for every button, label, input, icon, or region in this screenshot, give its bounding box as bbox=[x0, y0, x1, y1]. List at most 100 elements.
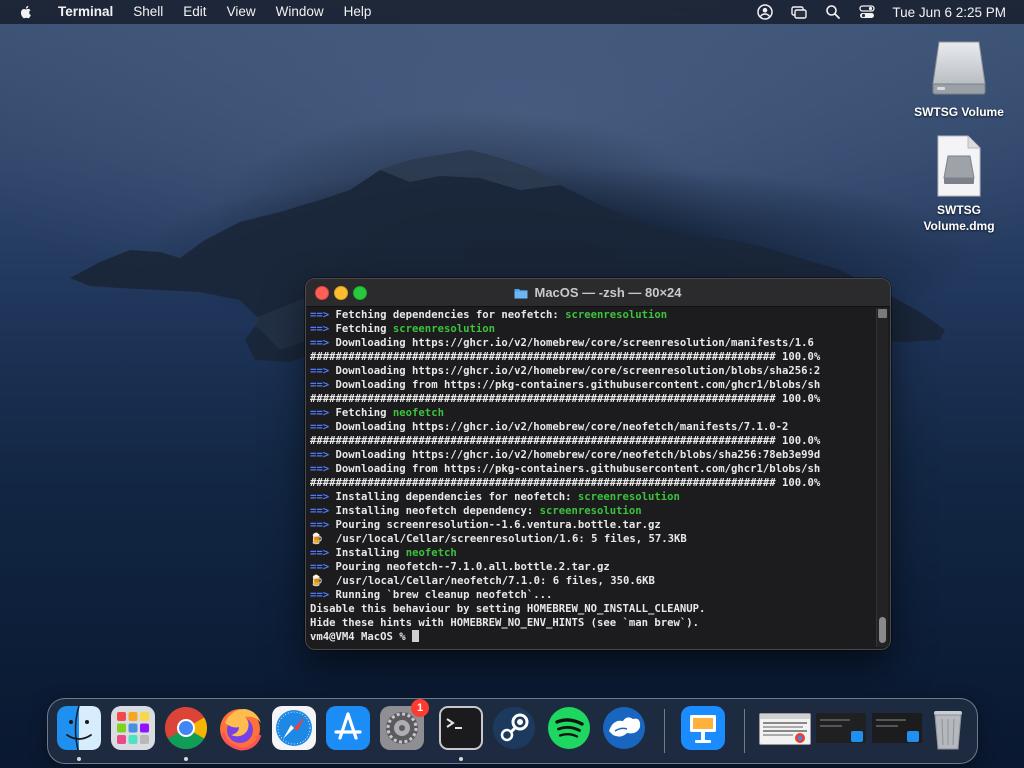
control-center-icon[interactable] bbox=[858, 3, 876, 21]
dock-chrome[interactable] bbox=[163, 705, 209, 751]
terminal-line-text: Fetching bbox=[329, 323, 393, 335]
arrow-prefix: ==> bbox=[310, 337, 330, 349]
arrow-prefix: ==> bbox=[310, 463, 330, 475]
dock-launchpad[interactable] bbox=[110, 705, 156, 751]
dock: 1 bbox=[47, 698, 978, 764]
dock-safari[interactable] bbox=[271, 705, 317, 751]
dock-keynote[interactable] bbox=[680, 705, 726, 751]
desktop-icon-swtsg-volume[interactable]: SWTSG Volume bbox=[904, 34, 1014, 120]
minimized-window-preview-icon bbox=[816, 713, 866, 743]
desktop-icon-label: SWTSG Volume bbox=[914, 105, 1004, 119]
arrow-prefix: ==> bbox=[310, 323, 330, 335]
minimized-window-preview-icon bbox=[760, 714, 810, 743]
terminal-line-text: ########################################… bbox=[310, 435, 821, 447]
terminal-window[interactable]: MacOS — -zsh — 80×24 ==> Fetching depend… bbox=[305, 278, 891, 650]
shell-prompt: vm4@VM4 MacOS % bbox=[310, 631, 413, 643]
terminal-line-text: Downloading https://ghcr.io/v2/homebrew/… bbox=[329, 449, 821, 461]
menu-help[interactable]: Help bbox=[334, 0, 382, 24]
terminal-titlebar[interactable]: MacOS — -zsh — 80×24 bbox=[306, 279, 890, 307]
menu-app-name[interactable]: Terminal bbox=[48, 0, 123, 24]
terminal-line-text: Running `brew cleanup neofetch`... bbox=[329, 589, 553, 601]
terminal-line: ==> Running `brew cleanup neofetch`... bbox=[310, 588, 872, 602]
dock-running-indicator bbox=[459, 757, 463, 761]
terminal-line: ########################################… bbox=[310, 350, 872, 364]
openoffice-icon bbox=[603, 707, 645, 749]
dock-openoffice[interactable] bbox=[601, 705, 647, 751]
dock-running-indicator bbox=[77, 757, 81, 761]
terminal-highlight: neofetch bbox=[392, 407, 444, 419]
arrow-prefix: ==> bbox=[310, 421, 330, 433]
arrow-prefix: ==> bbox=[310, 407, 330, 419]
keynote-icon bbox=[681, 706, 725, 750]
menu-edit[interactable]: Edit bbox=[173, 0, 216, 24]
text-cursor bbox=[412, 630, 420, 642]
desktop-icon-swtsg-volume-dmg[interactable]: SWTSG Volume.dmg bbox=[904, 134, 1014, 234]
steam-icon bbox=[493, 707, 535, 749]
terminal-line: ==> Fetching dependencies for neofetch: … bbox=[310, 308, 872, 322]
dock-minimized-window-chrome[interactable] bbox=[759, 713, 811, 745]
dock-spotify[interactable] bbox=[546, 705, 592, 751]
dock-terminal[interactable] bbox=[438, 705, 484, 751]
apple-menu-icon[interactable] bbox=[18, 4, 34, 20]
terminal-line-text: Pouring screenresolution--1.6.ventura.bo… bbox=[329, 519, 661, 531]
terminal-line: ==> Fetching neofetch bbox=[310, 406, 872, 420]
terminal-line: ==> Downloading from https://pkg-contain… bbox=[310, 462, 872, 476]
terminal-line: ==> Downloading https://ghcr.io/v2/homeb… bbox=[310, 364, 872, 378]
terminal-line: ==> Downloading https://ghcr.io/v2/homeb… bbox=[310, 420, 872, 434]
terminal-output[interactable]: ==> Fetching dependencies for neofetch: … bbox=[310, 308, 872, 648]
dock-firefox[interactable] bbox=[217, 705, 263, 751]
scrollbar-thumb[interactable] bbox=[879, 617, 886, 643]
terminal-line: 🍺 /usr/local/Cellar/neofetch/7.1.0: 6 fi… bbox=[310, 574, 872, 588]
terminal-line-text: Fetching bbox=[329, 407, 393, 419]
launchpad-icon bbox=[111, 706, 155, 750]
terminal-highlight: neofetch bbox=[405, 547, 457, 559]
terminal-line-text: Hide these hints with HOMEBREW_NO_ENV_HI… bbox=[310, 617, 700, 629]
terminal-line: Hide these hints with HOMEBREW_NO_ENV_HI… bbox=[310, 616, 872, 630]
dock-system-preferences[interactable]: 1 bbox=[379, 699, 429, 751]
terminal-scrollbar[interactable] bbox=[876, 308, 888, 647]
menu-view[interactable]: View bbox=[217, 0, 266, 24]
terminal-line-text: Downloading from https://pkg-containers.… bbox=[329, 379, 821, 391]
dock-running-indicator bbox=[184, 757, 188, 761]
terminal-line-text: Installing neofetch dependency: bbox=[329, 505, 540, 517]
terminal-line-text: /usr/local/Cellar/neofetch/7.1.0: 6 file… bbox=[323, 575, 655, 587]
scroll-up-arrow-icon[interactable] bbox=[878, 309, 887, 318]
minimized-window-preview-icon bbox=[872, 713, 922, 743]
menu-bar-status-area: Tue Jun 6 2:25 PM bbox=[740, 0, 1006, 24]
user-account-icon[interactable] bbox=[756, 3, 774, 21]
beer-mug-icon: 🍺 bbox=[310, 575, 324, 587]
dock-finder[interactable] bbox=[56, 705, 102, 751]
dock-minimized-window-finder-1[interactable] bbox=[816, 713, 866, 743]
arrow-prefix: ==> bbox=[310, 365, 330, 377]
arrow-prefix: ==> bbox=[310, 505, 330, 517]
dock-minimized-window-finder-2[interactable] bbox=[872, 713, 922, 743]
terminal-line-text: ########################################… bbox=[310, 393, 821, 405]
arrow-prefix: ==> bbox=[310, 491, 330, 503]
spotlight-search-icon[interactable] bbox=[824, 3, 842, 21]
folder-icon bbox=[514, 288, 528, 298]
disk-image-icon bbox=[937, 135, 981, 197]
dock-steam[interactable] bbox=[491, 705, 537, 751]
terminal-line-text: Downloading from https://pkg-containers.… bbox=[329, 463, 821, 475]
notification-badge: 1 bbox=[411, 699, 429, 717]
menu-shell[interactable]: Shell bbox=[123, 0, 173, 24]
menu-window[interactable]: Window bbox=[266, 0, 334, 24]
terminal-line-text: Fetching dependencies for neofetch: bbox=[329, 309, 566, 321]
terminal-line: ########################################… bbox=[310, 476, 872, 490]
dock-trash[interactable] bbox=[925, 705, 971, 751]
chrome-icon bbox=[164, 707, 208, 750]
menu-bar-clock[interactable]: Tue Jun 6 2:25 PM bbox=[892, 5, 1006, 20]
terminal-line: ==> Installing neofetch dependency: scre… bbox=[310, 504, 872, 518]
terminal-line-text: ########################################… bbox=[310, 477, 821, 489]
terminal-highlight: screenresolution bbox=[392, 323, 495, 335]
menu-bar: Terminal Shell Edit View Window Help Tue… bbox=[0, 0, 1024, 24]
arrow-prefix: ==> bbox=[310, 379, 330, 391]
dock-separator bbox=[664, 709, 665, 753]
arrow-prefix: ==> bbox=[310, 589, 330, 601]
terminal-prompt-line[interactable]: vm4@VM4 MacOS % bbox=[310, 630, 872, 644]
screen-mirroring-icon[interactable] bbox=[790, 3, 808, 21]
external-drive-icon bbox=[932, 41, 986, 95]
arrow-prefix: ==> bbox=[310, 561, 330, 573]
arrow-prefix: ==> bbox=[310, 519, 330, 531]
dock-app-store[interactable] bbox=[325, 705, 371, 751]
